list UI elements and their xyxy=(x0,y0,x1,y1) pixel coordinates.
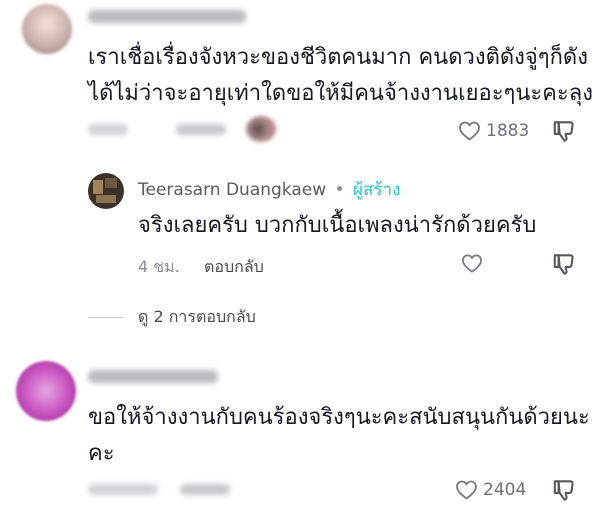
reply-header: Teerasarn Duangkaew • ผู้สร้าง xyxy=(138,176,400,203)
like-count: 1883 xyxy=(486,121,530,141)
commenter-avatar[interactable] xyxy=(22,4,72,54)
avatar-frame-shape xyxy=(105,178,117,188)
creator-avatar[interactable] xyxy=(88,173,124,209)
comment-reply-link[interactable] xyxy=(180,484,230,495)
avatar-frame-shape xyxy=(93,180,103,194)
dislike-icon[interactable] xyxy=(551,477,577,503)
comment-timestamp xyxy=(88,484,158,495)
heart-icon[interactable] xyxy=(456,119,483,143)
commenter-username[interactable] xyxy=(88,370,218,383)
reply-text: จริงเลยครับ บวกกับเนื้อเพลงน่ารักด้วยครั… xyxy=(138,213,537,238)
view-replies-label[interactable]: ดู 2 การตอบกลับ xyxy=(138,305,256,330)
comment-text-line-1: ขอให้จ้างงานกับคนร้องจริงๆนะคะสนับสนุนกั… xyxy=(88,405,590,430)
comment-timestamp xyxy=(88,124,128,135)
dislike-icon[interactable] xyxy=(551,118,577,144)
reply-time: 4 ชม. xyxy=(138,257,180,276)
view-replies-divider xyxy=(88,317,124,318)
creator-liked-badge xyxy=(246,116,276,142)
creator-badge: ผู้สร้าง xyxy=(352,180,401,200)
commenter-username[interactable] xyxy=(88,10,246,23)
reply-separator: • xyxy=(334,180,345,200)
comment-text-line-2: ได้ไม่ว่าจะอายุเท่าใดขอให้มีคนจ้างงานเยอ… xyxy=(88,81,593,106)
commenter-avatar[interactable] xyxy=(16,361,76,421)
comment-reply-link[interactable] xyxy=(176,124,226,135)
like-count: 2404 xyxy=(483,480,527,500)
heart-icon[interactable] xyxy=(453,478,480,502)
reply-author[interactable]: Teerasarn Duangkaew xyxy=(138,180,326,200)
reply-button[interactable]: ตอบกลับ xyxy=(204,255,264,280)
comment-text-line-2: คะ xyxy=(88,441,115,466)
avatar-frame-shape xyxy=(96,195,116,203)
comment-text-line-1: เราเชื่อเรื่องจังหวะของชีวิตคนมาก คนดวงต… xyxy=(88,45,588,70)
dislike-icon[interactable] xyxy=(551,251,577,277)
heart-icon[interactable] xyxy=(459,252,485,275)
